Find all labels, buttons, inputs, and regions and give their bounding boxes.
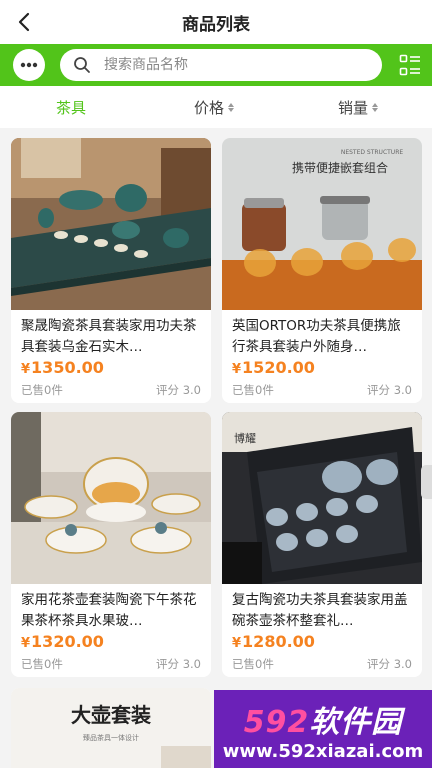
product-image: 大壶套装 臻品茶具一体设计 (11, 688, 211, 768)
product-card[interactable]: 家用花茶壶套装陶瓷下午茶花果茶杯茶具水果玻… ¥1320.00 已售0件 评分 … (11, 412, 211, 677)
product-name: 复古陶瓷功夫茶具套装家用盖碗茶壶茶杯整套礼… (232, 592, 408, 629)
price-currency: ¥ (232, 636, 242, 651)
sold-count: 已售0件 (21, 657, 63, 671)
price-value: 1350.00 (31, 358, 104, 377)
search-icon (72, 55, 92, 75)
sold-count: 已售0件 (21, 383, 63, 397)
more-dots-icon (20, 62, 38, 68)
product-image (11, 412, 211, 584)
sold-count: 已售0件 (232, 657, 274, 671)
watermark-brand: 592软件园 (243, 704, 403, 740)
sort-sales-label: 销量 (338, 98, 369, 117)
product-price: ¥1350.00 (21, 358, 104, 377)
sort-price-tab[interactable]: 价格 (194, 86, 235, 128)
image-caption: 大壶套装 (71, 703, 151, 727)
image-caption: 博耀 (234, 432, 256, 445)
image-caption: NESTED STRUCTURE (341, 149, 404, 156)
layout-toggle-button[interactable] (398, 53, 422, 77)
price-currency: ¥ (21, 636, 31, 651)
product-price: ¥1320.00 (21, 632, 104, 651)
back-button[interactable] (10, 8, 38, 36)
product-price: ¥1280.00 (232, 632, 315, 651)
search-box[interactable] (60, 49, 382, 81)
image-caption: 携带便捷嵌套组合 (292, 160, 388, 175)
watermark: 592软件园 www.592xiazai.com (214, 690, 432, 768)
product-image: NESTED STRUCTURE 携带便捷嵌套组合 (222, 138, 422, 310)
sort-bar: 茶具 价格 销量 (0, 86, 432, 128)
product-card[interactable]: 博耀 复古陶瓷功夫茶具套装家用盖碗茶壶茶杯整套礼… ¥1280.00 已售0件 … (222, 412, 422, 677)
chevron-left-icon (18, 12, 30, 32)
product-card[interactable]: 聚晟陶瓷茶具套装家用功夫茶具套装乌金石实木… ¥1350.00 已售0件 评分 … (11, 138, 211, 403)
product-rating: 评分 3.0 (367, 657, 412, 671)
watermark-url: www.592xiazai.com (222, 740, 424, 762)
more-button[interactable] (13, 49, 45, 81)
page-title: 商品列表 (182, 14, 250, 35)
sort-price-label: 价格 (194, 98, 225, 117)
product-name: 家用花茶壶套装陶瓷下午茶花果茶杯茶具水果玻… (21, 592, 197, 629)
list-layout-icon (399, 54, 420, 76)
product-name: 聚晟陶瓷茶具套装家用功夫茶具套装乌金石实木… (21, 318, 197, 355)
sort-arrows-icon (372, 102, 379, 112)
price-currency: ¥ (21, 362, 31, 377)
price-value: 1520.00 (242, 358, 315, 377)
product-price: ¥1520.00 (232, 358, 315, 377)
search-input[interactable] (102, 56, 366, 74)
product-image (11, 138, 211, 310)
sort-category-tab[interactable]: 茶具 (56, 86, 86, 128)
floating-side-tab[interactable] (421, 465, 432, 499)
sold-count: 已售0件 (232, 383, 274, 397)
product-card[interactable]: 大壶套装 臻品茶具一体设计 (11, 688, 211, 768)
sort-arrows-icon (228, 102, 235, 112)
top-nav-bar: 商品列表 (0, 0, 432, 44)
sort-category-label: 茶具 (56, 98, 87, 117)
product-name: 英国ORTOR功夫茶具便携旅行茶具套装户外随身… (232, 318, 401, 355)
product-rating: 评分 3.0 (156, 657, 201, 671)
product-rating: 评分 3.0 (156, 383, 201, 397)
price-currency: ¥ (232, 362, 242, 377)
sort-sales-tab[interactable]: 销量 (338, 86, 379, 128)
product-card[interactable]: NESTED STRUCTURE 携带便捷嵌套组合 英国ORTOR功夫茶具便携旅… (222, 138, 422, 403)
price-value: 1280.00 (242, 632, 315, 651)
image-caption: 臻品茶具一体设计 (83, 733, 139, 742)
price-value: 1320.00 (31, 632, 104, 651)
product-rating: 评分 3.0 (367, 383, 412, 397)
search-bar (0, 44, 432, 86)
product-image: 博耀 (222, 412, 422, 584)
